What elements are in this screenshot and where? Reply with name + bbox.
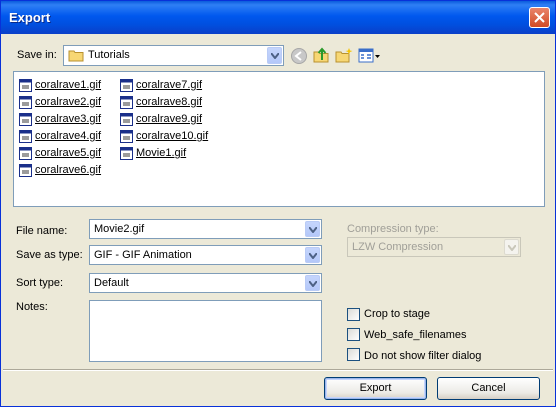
title-bar[interactable]: Export (1, 1, 555, 34)
file-name: coralrave9.gif (136, 113, 203, 125)
file-name: coralrave4.gif (35, 130, 102, 142)
save-as-type-value: GIF - GIF Animation (94, 249, 192, 261)
file-name: coralrave8.gif (136, 96, 203, 108)
sort-type-label: Sort type: (16, 277, 64, 289)
chevron-down-icon (508, 245, 516, 251)
gif-file-icon (19, 147, 32, 160)
file-name-value: Movie2.gif (94, 223, 145, 235)
no-filter-dialog-label: Do not show filter dialog (364, 350, 482, 362)
notes-label: Notes: (16, 301, 48, 313)
file-name: Movie1.gif (136, 147, 187, 159)
save-as-type-label: Save as type: (16, 249, 83, 261)
file-name: coralrave3.gif (35, 113, 102, 125)
file-name-input[interactable]: Movie2.gif (89, 219, 322, 239)
save-in-dropdown[interactable]: Tutorials (63, 45, 284, 66)
gif-file-icon (120, 147, 133, 160)
web-safe-filenames-label: Web_safe_filenames (364, 329, 467, 341)
compression-type-value: LZW Compression (352, 241, 444, 253)
chevron-down-icon (309, 281, 317, 287)
crop-to-stage-checkbox[interactable] (347, 308, 360, 321)
sort-type-arrow[interactable] (305, 275, 320, 291)
file-name-arrow[interactable] (305, 221, 320, 237)
gif-file-icon (120, 96, 133, 109)
web-safe-filenames-checkbox[interactable] (347, 328, 360, 341)
gif-file-icon (19, 164, 32, 177)
file-name: coralrave7.gif (136, 79, 203, 91)
compression-type-arrow (504, 239, 519, 255)
gif-file-icon (19, 130, 32, 143)
file-name: coralrave2.gif (35, 96, 102, 108)
save-in-label: Save in: (17, 49, 57, 61)
chevron-down-icon (309, 227, 317, 233)
file-name: coralrave1.gif (35, 79, 102, 91)
file-name: coralrave5.gif (35, 147, 102, 159)
file-list[interactable]: coralrave1.gif coralrave2.gif coralrave3… (13, 71, 545, 207)
file-name-label: File name: (16, 225, 68, 237)
up-folder-icon[interactable] (312, 46, 330, 64)
save-in-value: Tutorials (88, 49, 130, 61)
close-button[interactable] (529, 7, 550, 28)
gif-file-icon (19, 79, 32, 92)
back-icon[interactable] (290, 47, 308, 65)
chevron-down-icon (309, 253, 317, 259)
new-folder-icon[interactable] (335, 46, 353, 64)
view-menu-icon[interactable] (358, 47, 382, 65)
gif-file-icon (120, 113, 133, 126)
sort-type-dropdown[interactable]: Default (89, 273, 322, 293)
save-as-type-arrow[interactable] (305, 247, 320, 263)
sort-type-value: Default (94, 277, 129, 289)
gif-file-icon (19, 96, 32, 109)
notes-textarea[interactable] (89, 300, 322, 362)
export-dialog: Export Save in: Tutorials coralrave1.gif… (0, 0, 556, 407)
folder-icon (68, 50, 84, 62)
dialog-title: Export (9, 10, 51, 25)
gif-file-icon (120, 79, 133, 92)
file-name: coralrave6.gif (35, 164, 102, 176)
compression-type-label: Compression type: (347, 223, 439, 235)
compression-type-dropdown: LZW Compression (347, 237, 521, 257)
save-in-arrow[interactable] (267, 47, 282, 64)
export-button[interactable]: Export (324, 377, 427, 400)
save-as-type-dropdown[interactable]: GIF - GIF Animation (89, 245, 322, 265)
separator (3, 369, 553, 371)
chevron-down-icon (271, 53, 279, 59)
no-filter-dialog-checkbox[interactable] (347, 348, 360, 361)
gif-file-icon (120, 130, 133, 143)
crop-to-stage-label: Crop to stage (364, 308, 431, 320)
gif-file-icon (19, 113, 32, 126)
cancel-button[interactable]: Cancel (437, 377, 540, 400)
file-name: coralrave10.gif (136, 130, 209, 142)
close-icon (534, 12, 545, 23)
